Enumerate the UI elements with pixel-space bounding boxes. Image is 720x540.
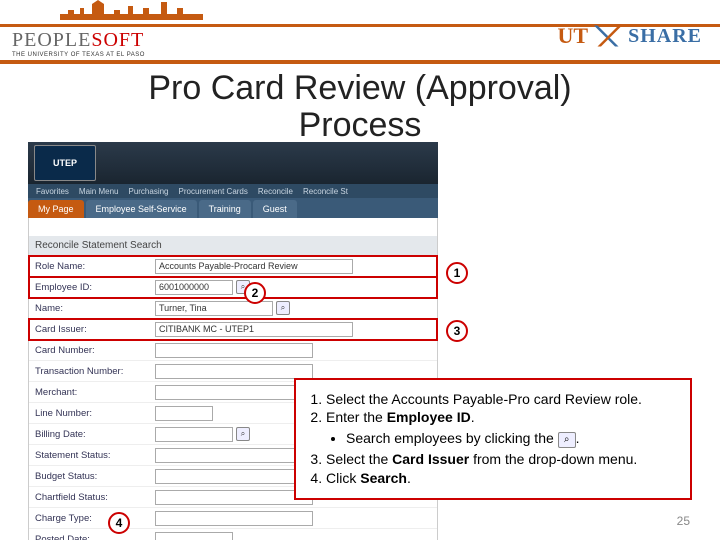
app-top-bar: UTEP: [28, 142, 438, 184]
logo-text-share: SHARE: [628, 25, 702, 48]
skyline-silhouette: [60, 0, 360, 26]
tab-bar: My Page Employee Self-Service Training G…: [28, 198, 438, 218]
instruction-2-bullet: Search employees by clicking the ⌕.: [346, 429, 676, 448]
slide-header: PEOPLESOFT THE UNIVERSITY OF TEXAS AT EL…: [0, 0, 720, 64]
instruction-1: Select the Accounts Payable-Pro card Rev…: [326, 390, 676, 409]
peoplesoft-logo: PEOPLESOFT THE UNIVERSITY OF TEXAS AT EL…: [12, 30, 145, 58]
label-charge-type: Charge Type:: [35, 513, 155, 524]
select-chartfield-status[interactable]: [155, 490, 313, 505]
callout-4: 4: [108, 512, 130, 534]
input-billing-date[interactable]: [155, 427, 233, 442]
label-role-name: Role Name:: [35, 261, 155, 272]
row-card-issuer: Card Issuer: CITIBANK MC - UTEP1: [29, 319, 437, 340]
tab-training[interactable]: Training: [199, 200, 251, 218]
tab-employee-self-service[interactable]: Employee Self-Service: [86, 200, 197, 218]
lookup-icon[interactable]: ⌕: [236, 427, 250, 441]
breadcrumb-item[interactable]: Favorites: [36, 187, 69, 196]
input-employee-id[interactable]: 6001000000: [155, 280, 233, 295]
label-card-number: Card Number:: [35, 345, 155, 356]
breadcrumb-item[interactable]: Reconcile St: [303, 187, 348, 196]
row-card-number: Card Number:: [29, 340, 437, 361]
logo-text-people: PEOPLE: [12, 29, 91, 51]
label-line-number: Line Number:: [35, 408, 155, 419]
label-posted-date: Posted Date:: [35, 534, 155, 540]
breadcrumb-item[interactable]: Reconcile: [258, 187, 293, 196]
input-posted-date[interactable]: [155, 532, 233, 540]
label-employee-id: Employee ID:: [35, 282, 155, 293]
logo-subtitle: THE UNIVERSITY OF TEXAS AT EL PASO: [12, 52, 145, 58]
label-budget-status: Budget Status:: [35, 471, 155, 482]
breadcrumb: Favorites Main Menu Purchasing Procureme…: [28, 184, 438, 198]
label-billing-date: Billing Date:: [35, 429, 155, 440]
label-transaction-number: Transaction Number:: [35, 366, 155, 377]
row-name: Name: Turner, Tina ⌕: [29, 298, 437, 319]
utep-badge: UTEP: [34, 145, 96, 181]
input-card-number[interactable]: [155, 343, 313, 358]
row-employee-id: Employee ID: 6001000000 ⌕: [29, 277, 437, 298]
select-card-issuer[interactable]: CITIBANK MC - UTEP1: [155, 322, 353, 337]
input-line-number[interactable]: [155, 406, 213, 421]
row-charge-type: Charge Type:: [29, 508, 437, 529]
logo-text-soft: SOFT: [91, 29, 144, 51]
utshare-logo: UT SHARE: [558, 22, 702, 50]
slide-title: Pro Card Review (Approval) Process: [0, 70, 720, 145]
callout-1: 1: [446, 262, 468, 284]
input-merchant[interactable]: [155, 385, 313, 400]
lookup-icon[interactable]: ⌕: [276, 301, 290, 315]
instruction-box: Select the Accounts Payable-Pro card Rev…: [294, 378, 692, 500]
callout-3: 3: [446, 320, 468, 342]
label-name: Name:: [35, 303, 155, 314]
breadcrumb-item[interactable]: Procurement Cards: [179, 187, 248, 196]
tab-guest[interactable]: Guest: [253, 200, 297, 218]
input-transaction-number[interactable]: [155, 364, 313, 379]
instruction-2: Enter the Employee ID. Search employees …: [326, 408, 676, 448]
utshare-x-icon: [594, 22, 622, 50]
title-line-2: Process: [0, 107, 720, 144]
breadcrumb-item[interactable]: Purchasing: [128, 187, 168, 196]
label-merchant: Merchant:: [35, 387, 155, 398]
logo-text-ut: UT: [558, 23, 589, 49]
tab-my-page[interactable]: My Page: [28, 200, 84, 218]
label-card-issuer: Card Issuer:: [35, 324, 155, 335]
instruction-3: Select the Card Issuer from the drop-dow…: [326, 450, 676, 469]
page-number: 25: [677, 514, 690, 528]
select-statement-status[interactable]: [155, 448, 313, 463]
input-role-name[interactable]: Accounts Payable-Procard Review: [155, 259, 353, 274]
row-posted-date: Posted Date:: [29, 529, 437, 540]
title-line-1: Pro Card Review (Approval): [0, 70, 720, 107]
select-budget-status[interactable]: [155, 469, 313, 484]
instruction-4: Click Search.: [326, 469, 676, 488]
callout-2: 2: [244, 282, 266, 304]
breadcrumb-item[interactable]: Main Menu: [79, 187, 119, 196]
select-charge-type[interactable]: [155, 511, 313, 526]
row-role-name: Role Name: Accounts Payable-Procard Revi…: [29, 256, 437, 277]
section-title: Reconcile Statement Search: [29, 236, 437, 256]
label-statement-status: Statement Status:: [35, 450, 155, 461]
magnifier-icon: ⌕: [558, 432, 576, 448]
label-chartfield-status: Chartfield Status:: [35, 492, 155, 503]
